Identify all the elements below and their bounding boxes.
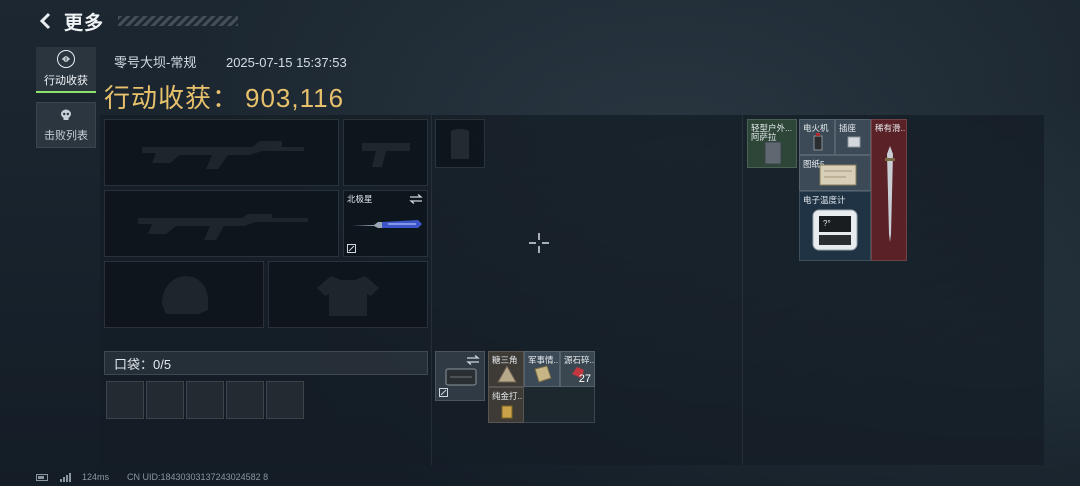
tab-action-gain[interactable]: 行动收获 bbox=[36, 47, 96, 93]
safebox-item[interactable]: 轻型户外... 阿萨拉 bbox=[747, 119, 797, 168]
safebox-item[interactable]: 电子温度计 ?° bbox=[799, 191, 871, 261]
rifle-silhouette-icon bbox=[141, 140, 304, 169]
safebox-item[interactable]: 插座 bbox=[835, 119, 871, 155]
battery-icon bbox=[36, 473, 48, 481]
backpack-icon bbox=[445, 368, 477, 386]
knife-icon bbox=[352, 220, 422, 228]
melee-slot[interactable]: 北极星 bbox=[343, 190, 428, 257]
coin-icon bbox=[57, 50, 75, 68]
status-bar: 124ms CN UID:18430303137243024582 8 bbox=[36, 472, 268, 482]
backpack-item[interactable]: 纯金打... bbox=[488, 387, 524, 423]
pistol-slot[interactable] bbox=[343, 119, 428, 186]
skull-icon bbox=[58, 107, 74, 123]
top-bar: 更多 bbox=[36, 8, 239, 34]
user-uid: CN UID:18430303137243024582 8 bbox=[127, 472, 269, 482]
title-stripes bbox=[118, 16, 239, 26]
safebox-item[interactable]: 图纸5... bbox=[799, 155, 871, 191]
document-icon bbox=[534, 365, 552, 383]
lighter-icon bbox=[813, 133, 823, 151]
item-count: 27 bbox=[578, 373, 591, 385]
rifle-silhouette-icon bbox=[137, 213, 308, 240]
match-datetime: 2025-07-15 15:37:53 bbox=[225, 55, 347, 70]
helmet-silhouette-icon bbox=[162, 275, 208, 314]
thermometer-device-icon bbox=[812, 209, 858, 251]
secondary-weapon-slot[interactable] bbox=[104, 190, 339, 257]
bind-icon bbox=[439, 388, 448, 397]
pocket-slot[interactable] bbox=[146, 381, 184, 419]
armor-slot[interactable] bbox=[268, 261, 428, 328]
map-name: 零号大坝-常规 bbox=[114, 55, 197, 70]
triangle-icon bbox=[497, 365, 517, 383]
safebox-item-rare[interactable]: 稀有滑... bbox=[871, 119, 907, 261]
backpack-slot[interactable] bbox=[435, 351, 485, 401]
knife-name: 北极星 bbox=[347, 194, 373, 204]
ping: 124ms bbox=[82, 472, 110, 482]
gold-lighter-icon bbox=[501, 405, 513, 419]
rare-sword-icon bbox=[885, 146, 895, 242]
backpack-item[interactable]: 源石碎... 27 bbox=[560, 351, 595, 387]
pocket-slot[interactable] bbox=[226, 381, 264, 419]
bind-icon bbox=[347, 244, 356, 253]
socket-icon bbox=[847, 136, 861, 148]
backpack-item[interactable]: 军事情... bbox=[524, 351, 560, 387]
primary-weapon-slot[interactable] bbox=[104, 119, 339, 186]
swap-icon[interactable] bbox=[466, 355, 480, 365]
pocket-bar: 口袋：0/5 bbox=[104, 351, 428, 375]
pocket-slot[interactable] bbox=[186, 381, 224, 419]
item-name: 纯金打... bbox=[492, 391, 524, 401]
pocket-slot[interactable] bbox=[266, 381, 304, 419]
backpack-item[interactable]: 糖三角 bbox=[488, 351, 524, 387]
safebox-item[interactable]: 电火机 bbox=[799, 119, 835, 155]
match-info: 零号大坝-常规 2025-07-15 15:37:53 bbox=[114, 52, 373, 71]
chest-rig-slot[interactable] bbox=[435, 119, 485, 168]
tab-kill-list[interactable]: 击败列表 bbox=[36, 102, 96, 148]
tab-label: 行动收获 bbox=[44, 75, 88, 87]
divider bbox=[742, 115, 743, 465]
pocket-label: 口袋：0/5 bbox=[114, 356, 172, 372]
gain-value: 903,116 bbox=[245, 83, 345, 113]
device-screen: ?° bbox=[823, 219, 831, 228]
action-gain: 行动收获： 903,116 bbox=[104, 78, 344, 115]
item-name: 电子温度计 bbox=[803, 195, 846, 205]
pocket-slot[interactable] bbox=[106, 381, 144, 419]
cabinet-icon bbox=[764, 141, 782, 165]
vest-silhouette-icon bbox=[317, 275, 379, 316]
gain-label: 行动收获： bbox=[104, 83, 240, 113]
pistol-silhouette-icon bbox=[361, 142, 410, 167]
page-title: 更多 bbox=[64, 12, 105, 34]
helmet-slot[interactable] bbox=[104, 261, 264, 328]
blueprint-icon bbox=[819, 164, 857, 186]
item-name: 稀有滑... bbox=[875, 123, 907, 133]
crosshair-icon bbox=[529, 233, 549, 253]
chevron-left-icon[interactable] bbox=[36, 11, 56, 31]
swap-icon[interactable] bbox=[409, 194, 423, 204]
signal-icon bbox=[60, 472, 71, 482]
rig-silhouette-icon bbox=[451, 128, 469, 159]
divider bbox=[431, 115, 432, 465]
tab-label: 击败列表 bbox=[44, 130, 88, 142]
